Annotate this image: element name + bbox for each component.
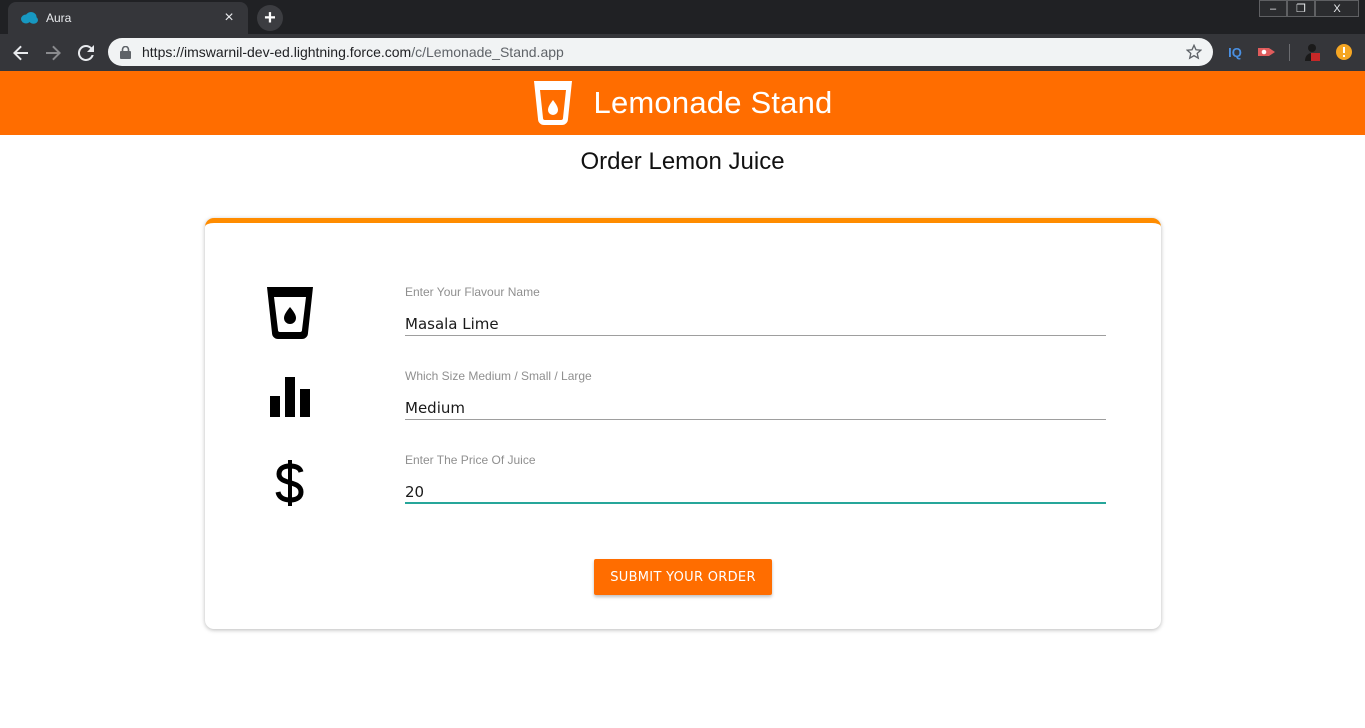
browser-tab-bar: Aura × + – ❐ X [0, 0, 1365, 34]
arrow-right-icon [46, 45, 61, 61]
app-header: Lemonade Stand [0, 71, 1365, 135]
record-extension-icon[interactable] [1257, 42, 1277, 62]
submit-order-button[interactable]: SUBMIT YOUR ORDER [594, 559, 772, 595]
reload-icon [78, 45, 94, 61]
profile-extension-icon[interactable] [1302, 42, 1322, 62]
cup-drop-icon [533, 81, 573, 125]
price-label: Enter The Price Of Juice [405, 453, 536, 467]
iq-extension-icon[interactable]: IQ [1225, 42, 1245, 62]
order-form-card: Enter Your Flavour Name Which Size Mediu… [205, 218, 1161, 629]
bar-chart-icon [267, 371, 313, 423]
size-label: Which Size Medium / Small / Large [405, 369, 592, 383]
salesforce-cloud-icon [20, 9, 38, 27]
bookmark-star-icon[interactable] [1185, 43, 1203, 61]
forward-button[interactable] [40, 40, 66, 66]
close-window-button[interactable]: X [1315, 0, 1359, 17]
iq-extension-label: IQ [1228, 44, 1242, 60]
flavour-field: Enter Your Flavour Name [405, 285, 1106, 336]
reload-button[interactable] [73, 40, 99, 66]
extension-divider [1289, 44, 1290, 61]
size-field: Which Size Medium / Small / Large [405, 369, 1106, 420]
browser-toolbar: https://imswarnil-dev-ed.lightning.force… [0, 34, 1365, 71]
price-input[interactable] [405, 467, 1106, 504]
app-title: Lemonade Stand [593, 85, 833, 120]
tab-title: Aura [46, 11, 72, 25]
price-field: Enter The Price Of Juice [405, 453, 1106, 504]
new-tab-button[interactable]: + [257, 5, 283, 31]
flavour-input[interactable] [405, 299, 1106, 336]
tab-close-icon[interactable]: × [220, 9, 238, 27]
url-text: https://imswarnil-dev-ed.lightning.force… [142, 44, 1185, 60]
url-host: https://imswarnil-dev-ed.lightning.force… [142, 44, 412, 60]
dollar-icon [267, 457, 313, 509]
flavour-label: Enter Your Flavour Name [405, 285, 540, 299]
back-button[interactable] [8, 40, 34, 66]
page-title: Order Lemon Juice [580, 148, 785, 175]
address-bar[interactable]: https://imswarnil-dev-ed.lightning.force… [108, 38, 1213, 66]
restore-button[interactable]: ❐ [1287, 0, 1315, 17]
alert-extension-icon[interactable] [1334, 42, 1354, 62]
lock-icon [120, 45, 132, 59]
browser-tab-aura[interactable]: Aura × [8, 2, 248, 34]
window-controls: – ❐ X [1259, 0, 1359, 18]
minimize-button[interactable]: – [1259, 0, 1287, 17]
arrow-left-icon [13, 45, 28, 61]
size-input[interactable] [405, 383, 1106, 420]
cup-drop-icon [267, 287, 313, 339]
url-path: /c/Lemonade_Stand.app [411, 44, 564, 60]
